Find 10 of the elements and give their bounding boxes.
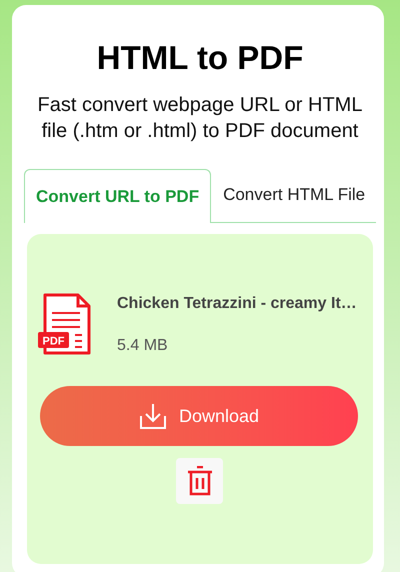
tab[interactable]: Convert HTML File bbox=[211, 168, 378, 222]
file-size: 5.4 MB bbox=[117, 336, 169, 356]
trash-icon bbox=[186, 466, 212, 496]
tab[interactable]: Convert URL to PDF bbox=[24, 169, 212, 223]
file-name: Chicken Tetrazzini - creamy It… bbox=[117, 294, 357, 314]
download-icon bbox=[138, 402, 167, 430]
delete-button[interactable] bbox=[176, 458, 223, 504]
page-subtitle: Fast convert webpage URL or HTML file (.htm or .html) to PDF document bbox=[36, 93, 364, 144]
download-button[interactable]: Download bbox=[40, 386, 358, 446]
page-title: HTML to PDF bbox=[96, 38, 304, 78]
